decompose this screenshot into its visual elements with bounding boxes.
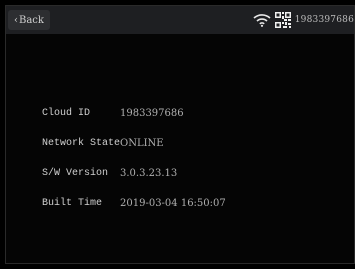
back-chevron-icon: ‹ (14, 14, 18, 26)
qr-code-icon[interactable] (273, 11, 292, 29)
info-label: S/W Version (42, 167, 109, 179)
device-id: 1983397686 (294, 15, 354, 25)
top-bar: ‹ Back 1983397686 (6, 6, 354, 34)
back-label: Back (19, 14, 44, 26)
info-row-cloud-id: Cloud ID 1983397686 (42, 106, 184, 120)
info-row-sw-version: S/W Version 3.0.3.23.13 (42, 166, 177, 180)
info-row-network-state: Network State ONLINE (42, 136, 164, 150)
info-value: 1983397686 (120, 107, 184, 119)
status-area: 1983397686 (253, 6, 354, 34)
info-label: Cloud ID (42, 107, 91, 119)
device-info-screen: ‹ Back 1983397686 Cloud ID 1983397686 Ne… (5, 5, 355, 264)
info-value: 3.0.3.23.13 (120, 167, 178, 179)
back-button[interactable]: ‹ Back (8, 10, 50, 30)
info-label: Network State (42, 137, 121, 149)
info-row-built-time: Built Time 2019-03-04 16:50:07 (42, 196, 226, 210)
info-label: Built Time (42, 197, 103, 209)
wifi-icon (253, 14, 271, 27)
info-value: 2019-03-04 16:50:07 (120, 197, 226, 209)
info-value: ONLINE (120, 137, 164, 149)
